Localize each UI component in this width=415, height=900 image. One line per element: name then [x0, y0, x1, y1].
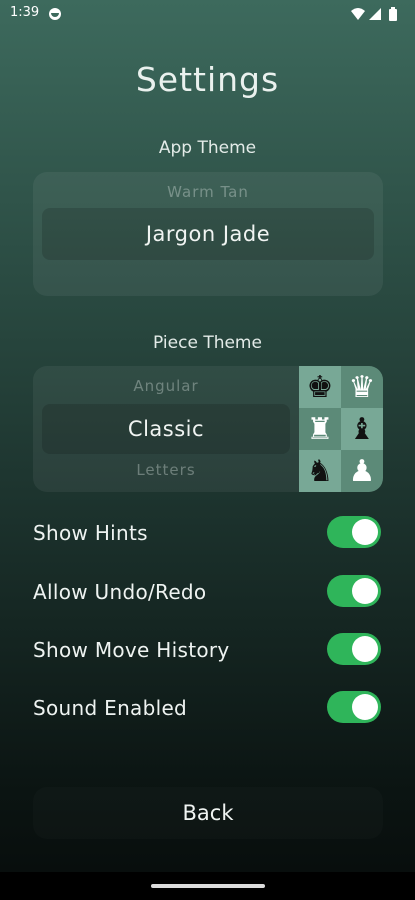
show-move-history-label: Show Move History: [33, 638, 230, 662]
show-hints-toggle[interactable]: [327, 516, 381, 548]
app-theme-selected[interactable]: Jargon Jade: [33, 222, 383, 246]
status-time: 1:39: [10, 5, 40, 20]
wifi-icon: [351, 8, 365, 20]
piece-theme-selected[interactable]: Classic: [33, 417, 299, 441]
status-icons: [349, 6, 405, 22]
piece-theme-label: Piece Theme: [153, 333, 262, 353]
sound-enabled-row: Sound Enabled: [33, 690, 383, 726]
home-indicator[interactable]: [151, 884, 265, 888]
show-hints-label: Show Hints: [33, 521, 148, 545]
allow-undo-redo-label: Allow Undo/Redo: [33, 580, 207, 604]
page-title: Settings: [135, 60, 280, 99]
toggle-knob: [352, 519, 378, 545]
queen-piece-icon: ♛: [341, 366, 383, 408]
piece-theme-option-above[interactable]: Angular: [33, 377, 299, 395]
show-move-history-row: Show Move History: [33, 632, 383, 668]
knight-piece-icon: ♞: [299, 450, 341, 492]
battery-icon: [389, 9, 397, 21]
toggle-knob: [352, 694, 378, 720]
king-piece-icon: ♚: [299, 366, 341, 408]
allow-undo-redo-toggle[interactable]: [327, 575, 381, 607]
app-theme-option-above[interactable]: Warm Tan: [33, 183, 383, 201]
show-move-history-toggle[interactable]: [327, 633, 381, 665]
piece-theme-picker[interactable]: Angular Classic Letters ♚ ♛ ♜ ♝ ♞ ♟: [33, 366, 383, 492]
piece-theme-preview: ♚ ♛ ♜ ♝ ♞ ♟: [299, 366, 383, 492]
allow-undo-redo-row: Allow Undo/Redo: [33, 574, 383, 610]
piece-theme-wheel[interactable]: Angular Classic Letters: [33, 366, 299, 492]
pawn-piece-icon: ♟: [341, 450, 383, 492]
rook-piece-icon: ♜: [299, 408, 341, 450]
signal-icon: [369, 8, 381, 20]
toggle-knob: [352, 636, 378, 662]
sound-enabled-toggle[interactable]: [327, 691, 381, 723]
app-notification-icon: [49, 8, 61, 20]
app-theme-picker[interactable]: Warm Tan Jargon Jade: [33, 172, 383, 296]
show-hints-row: Show Hints: [33, 515, 383, 551]
back-button[interactable]: Back: [33, 787, 383, 839]
bishop-piece-icon: ♝: [341, 408, 383, 450]
sound-enabled-label: Sound Enabled: [33, 696, 188, 720]
app-theme-label: App Theme: [158, 138, 257, 158]
piece-theme-option-below[interactable]: Letters: [33, 461, 299, 479]
status-bar: 1:39: [0, 0, 415, 28]
toggle-knob: [352, 578, 378, 604]
